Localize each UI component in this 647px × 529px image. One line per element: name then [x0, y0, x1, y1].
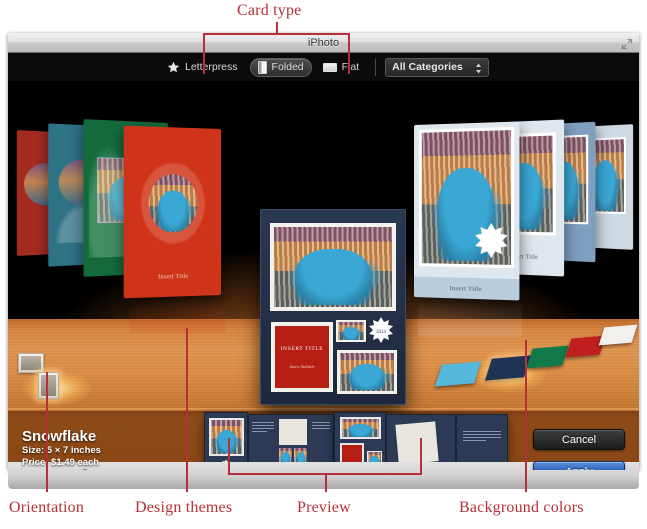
annotation-card-type-bracket: [203, 33, 350, 35]
selected-card-preview[interactable]: INSERT TITLE Insert Subtitle 2014: [260, 209, 406, 405]
toolbar-letterpress-label: Letterpress: [185, 61, 238, 73]
annotation-preview-stem: [325, 473, 327, 492]
card-insert-title-panel: INSERT TITLE Insert Subtitle: [271, 322, 333, 392]
toolbar-folded-label: Folded: [271, 61, 304, 73]
arrow-right-circle-icon[interactable]: [79, 468, 90, 470]
annotation-background-colors-label: Background colors: [459, 499, 584, 516]
card-photo-circle: [148, 174, 198, 233]
apply-button[interactable]: Apply: [533, 461, 625, 470]
card-main-photo: [270, 223, 396, 311]
learn-more-row: Learn more:: [22, 468, 101, 470]
toolbar-flat-button[interactable]: Flat: [316, 58, 367, 77]
card-reflection: [130, 295, 226, 333]
light-blue-swatch[interactable]: [434, 361, 482, 387]
snowflake-badge: 2014: [365, 316, 397, 346]
annotation-card-type-leg-left: [203, 33, 205, 74]
card-title: Insert Title: [158, 273, 189, 281]
preview-blank-photo: [395, 421, 439, 465]
window-titlebar: iPhoto: [8, 33, 639, 53]
theme-card-red-front[interactable]: Insert Title: [123, 125, 221, 299]
annotation-card-type-label: Card type: [237, 2, 302, 19]
card-title: Insert Title: [449, 284, 482, 294]
annotation-preview-leg-left: [228, 438, 230, 474]
annotation-card-type-leg-right: [348, 33, 350, 74]
annotation-design-themes-label: Design themes: [135, 499, 233, 516]
category-select-value: All Categories: [392, 61, 463, 73]
learn-more-label: Learn more:: [22, 468, 77, 470]
portrait-orientation[interactable]: [38, 372, 59, 399]
apply-button-label: Apply: [565, 466, 593, 471]
annotation-orientation-label: Orientation: [9, 499, 85, 516]
iphoto-window: iPhoto Letterpress Folded Flat All Categ…: [8, 33, 639, 470]
green-swatch[interactable]: [526, 345, 569, 369]
annotation-background-colors-line: [525, 340, 527, 492]
annotation-preview-label: Preview: [297, 499, 351, 516]
theme-card-right-1[interactable]: Insert Title: [414, 121, 520, 301]
toolbar-separator: [375, 58, 377, 76]
toolbar-flat-label: Flat: [341, 61, 360, 73]
svg-text:2014: 2014: [376, 330, 387, 335]
card-thumb-photo-2: [337, 350, 397, 394]
annotation-orientation-line: [46, 372, 48, 492]
toolbar-folded-button[interactable]: Folded: [249, 57, 312, 77]
preview-photo: [209, 418, 244, 456]
updown-arrows-icon: [475, 62, 482, 77]
cancel-button[interactable]: Cancel: [533, 429, 625, 450]
theme-price: Price: $1.49 each: [22, 456, 100, 468]
category-select[interactable]: All Categories: [385, 57, 490, 77]
flat-card-icon: [322, 62, 337, 72]
landscape-orientation[interactable]: [18, 353, 44, 373]
portrait-orientation-thumb: [41, 375, 56, 396]
theme-name: Snowflake: [22, 428, 97, 445]
annotation-design-themes-line: [186, 328, 188, 492]
card-type-toolbar: Letterpress Folded Flat All Categories: [8, 53, 639, 81]
card-theme-stage: Insert Title INSERT TITLE Insert Subtitl…: [8, 81, 639, 470]
expand-icon[interactable]: [621, 37, 633, 50]
folded-card-icon: [257, 60, 267, 74]
snowflake-icon: [470, 221, 513, 263]
right-card-reflection: [418, 297, 522, 337]
theme-size: Size: 5 × 7 inches: [22, 445, 101, 456]
window-title: iPhoto: [307, 36, 340, 49]
cancel-button-label: Cancel: [561, 433, 597, 446]
landscape-orientation-thumb: [21, 356, 41, 370]
card-thumb-photo-1: [336, 320, 366, 342]
annotation-preview-leg-right: [420, 438, 422, 474]
card-insert-subtitle: Insert Subtitle: [289, 363, 315, 369]
white-swatch[interactable]: [598, 324, 638, 346]
preview-photo: [340, 417, 381, 439]
star-icon: [167, 61, 180, 74]
theme-info-panel: Snowflake Size: 5 × 7 inches Price: $1.4…: [8, 422, 101, 470]
card-insert-title: INSERT TITLE: [280, 345, 324, 352]
